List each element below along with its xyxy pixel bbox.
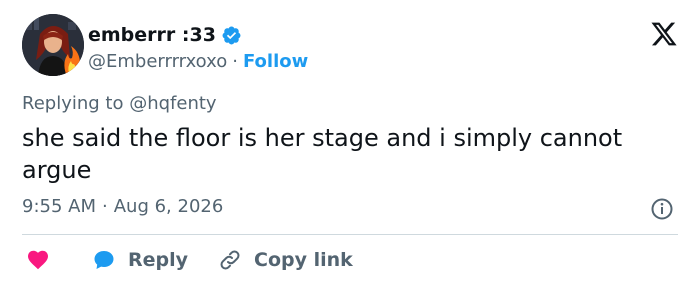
author-handle-row: @Emberrrrxoxo · Follow [88, 51, 308, 72]
reply-button[interactable]: Reply [50, 248, 188, 272]
link-icon [218, 248, 242, 272]
author-handle[interactable]: @Emberrrrxoxo [88, 51, 227, 72]
tweet-text: she said the floor is her stage and i si… [22, 124, 623, 184]
x-logo-icon[interactable] [650, 20, 678, 48]
like-button[interactable] [22, 248, 50, 272]
action-bar: Reply Copy link [22, 245, 353, 275]
time-separator: · [102, 196, 108, 217]
author-name-row: emberrr :33 [88, 24, 242, 46]
copy-link-button[interactable]: Copy link [188, 248, 353, 272]
tweet-time[interactable]: 9:55 AM [22, 196, 96, 217]
avatar[interactable] [22, 14, 84, 76]
display-name[interactable]: emberrr :33 [88, 24, 216, 46]
reply-label: Reply [128, 249, 189, 271]
handle-separator: · [232, 51, 238, 72]
reply-bubble-icon [92, 248, 116, 272]
tweet-embed-card: emberrr :33 @Emberrrrxoxo · Follow Reply… [0, 0, 700, 287]
copy-link-label: Copy link [254, 249, 353, 271]
info-icon[interactable] [650, 197, 674, 221]
verified-icon [221, 25, 242, 46]
heart-icon [26, 248, 50, 272]
replying-to[interactable]: Replying to @hqfenty [22, 93, 217, 114]
divider [22, 234, 678, 235]
follow-button[interactable]: Follow [243, 51, 308, 72]
tweet-date[interactable]: Aug 6, 2026 [114, 196, 224, 217]
tweet-header: emberrr :33 @Emberrrrxoxo · Follow [22, 14, 682, 78]
timestamp-row: 9:55 AM · Aug 6, 2026 [22, 196, 223, 217]
